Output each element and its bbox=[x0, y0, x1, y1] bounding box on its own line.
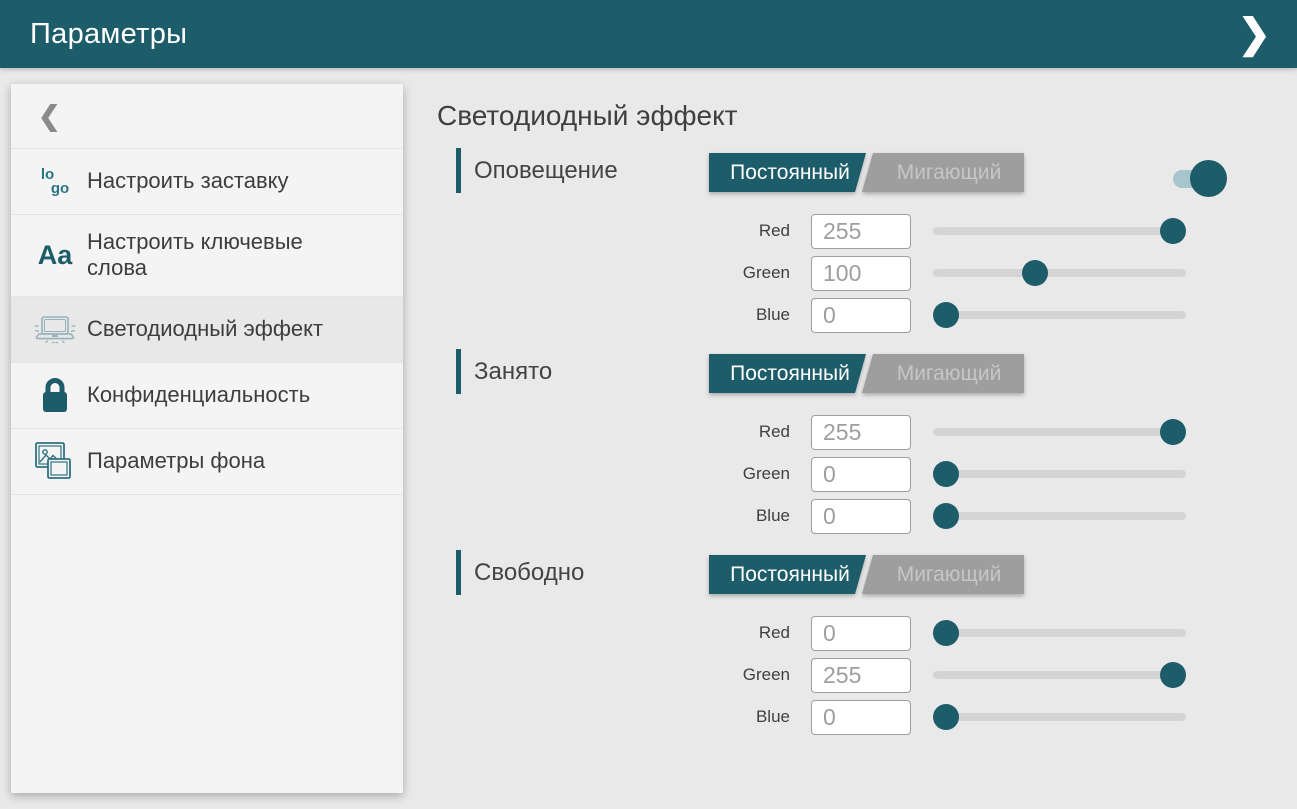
green-value-input[interactable] bbox=[811, 457, 911, 492]
slider-thumb[interactable] bbox=[933, 503, 959, 529]
page-title: Светодиодный эффект bbox=[437, 100, 738, 132]
toggle-knob bbox=[1190, 160, 1227, 197]
chevron-left-icon: ❮ bbox=[38, 101, 61, 132]
slider-track bbox=[933, 227, 1186, 235]
slider-thumb[interactable] bbox=[1160, 218, 1186, 244]
green-value-input[interactable] bbox=[811, 658, 911, 693]
green-label: Green bbox=[700, 464, 790, 484]
app-header: Параметры ❯ bbox=[0, 0, 1297, 68]
mode-segmented-control: Постоянный Мигающий bbox=[709, 153, 1024, 192]
section-label: Занято bbox=[474, 358, 552, 386]
slider-thumb[interactable] bbox=[1160, 662, 1186, 688]
blue-value-input[interactable] bbox=[811, 700, 911, 735]
sidebar-item-label: Светодиодный эффект bbox=[87, 302, 349, 356]
sidebar-item-privacy[interactable]: Конфиденциальность bbox=[11, 363, 403, 429]
channel-row-green: Green bbox=[700, 453, 1186, 495]
channel-row-green: Green bbox=[700, 654, 1186, 696]
slider-thumb[interactable] bbox=[1160, 419, 1186, 445]
green-label: Green bbox=[700, 263, 790, 283]
blue-label: Blue bbox=[700, 707, 790, 727]
led-monitor-icon bbox=[33, 311, 77, 347]
blue-slider[interactable] bbox=[933, 302, 1186, 328]
slider-thumb[interactable] bbox=[933, 620, 959, 646]
forward-chevron-icon[interactable]: ❯ bbox=[1237, 14, 1271, 54]
app-title: Параметры bbox=[30, 18, 187, 51]
green-slider[interactable] bbox=[933, 662, 1186, 688]
sidebar-item-keywords[interactable]: Aa Настроить ключевые слова bbox=[11, 215, 403, 297]
channel-row-red: Red bbox=[700, 612, 1186, 654]
slider-thumb[interactable] bbox=[1022, 260, 1048, 286]
red-slider[interactable] bbox=[933, 419, 1186, 445]
red-slider[interactable] bbox=[933, 218, 1186, 244]
sidebar-item-label: Настроить ключевые слова bbox=[87, 215, 349, 296]
blue-slider[interactable] bbox=[933, 704, 1186, 730]
slider-track bbox=[933, 269, 1186, 277]
section-label: Оповещение bbox=[474, 157, 618, 185]
lock-icon bbox=[33, 375, 77, 415]
section-accent-bar bbox=[456, 550, 461, 595]
blue-label: Blue bbox=[700, 506, 790, 526]
sidebar-item-led-effect[interactable]: Светодиодный эффект bbox=[11, 297, 403, 363]
sidebar-item-label: Параметры фона bbox=[87, 434, 349, 488]
red-value-input[interactable] bbox=[811, 415, 911, 450]
sidebar-item-label: Конфиденциальность bbox=[87, 368, 349, 422]
settings-sidebar: ❮ logo Настроить заставку Aa Настроить к… bbox=[11, 84, 403, 793]
slider-track bbox=[933, 671, 1186, 679]
channel-row-blue: Blue bbox=[700, 495, 1186, 537]
slider-thumb[interactable] bbox=[933, 461, 959, 487]
slider-track bbox=[933, 512, 1186, 520]
green-slider[interactable] bbox=[933, 260, 1186, 286]
slider-track bbox=[933, 629, 1186, 637]
slider-track bbox=[933, 311, 1186, 319]
section-accent-bar bbox=[456, 148, 461, 193]
red-label: Red bbox=[700, 422, 790, 442]
blue-label: Blue bbox=[700, 305, 790, 325]
blue-value-input[interactable] bbox=[811, 298, 911, 333]
red-label: Red bbox=[700, 221, 790, 241]
red-label: Red bbox=[700, 623, 790, 643]
sidebar-collapse-button[interactable]: ❮ bbox=[11, 84, 403, 149]
sidebar-item-splash-screen[interactable]: logo Настроить заставку bbox=[11, 149, 403, 215]
channel-row-green: Green bbox=[700, 252, 1186, 294]
slider-track bbox=[933, 713, 1186, 721]
logo-icon: logo bbox=[33, 168, 77, 196]
mode-segmented-control: Постоянный Мигающий bbox=[709, 354, 1024, 393]
background-images-icon bbox=[33, 441, 77, 481]
mode-segmented-control: Постоянный Мигающий bbox=[709, 555, 1024, 594]
channel-row-red: Red bbox=[700, 210, 1186, 252]
red-slider[interactable] bbox=[933, 620, 1186, 646]
blue-slider[interactable] bbox=[933, 503, 1186, 529]
section-label: Свободно bbox=[474, 559, 584, 587]
channel-row-blue: Blue bbox=[700, 294, 1186, 336]
green-value-input[interactable] bbox=[811, 256, 911, 291]
slider-thumb[interactable] bbox=[933, 302, 959, 328]
channel-row-red: Red bbox=[700, 411, 1186, 453]
slider-track bbox=[933, 428, 1186, 436]
led-enabled-toggle[interactable] bbox=[1173, 160, 1227, 197]
sidebar-item-background[interactable]: Параметры фона bbox=[11, 429, 403, 495]
channel-row-blue: Blue bbox=[700, 696, 1186, 738]
green-label: Green bbox=[700, 665, 790, 685]
red-value-input[interactable] bbox=[811, 616, 911, 651]
blue-value-input[interactable] bbox=[811, 499, 911, 534]
green-slider[interactable] bbox=[933, 461, 1186, 487]
slider-track bbox=[933, 470, 1186, 478]
red-value-input[interactable] bbox=[811, 214, 911, 249]
keywords-aa-icon: Aa bbox=[33, 242, 77, 269]
section-accent-bar bbox=[456, 349, 461, 394]
sidebar-item-label: Настроить заставку bbox=[87, 154, 349, 208]
slider-thumb[interactable] bbox=[933, 704, 959, 730]
